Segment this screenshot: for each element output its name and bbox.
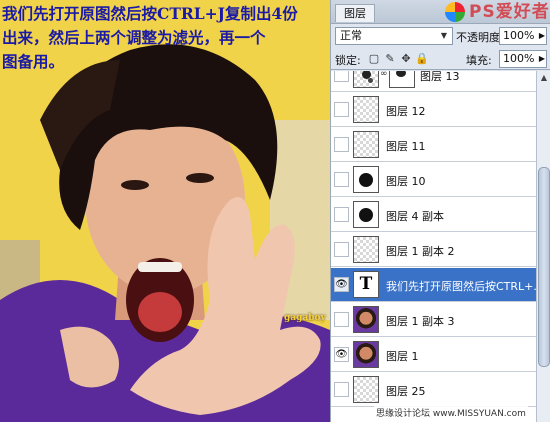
layer-row[interactable]: 图层 1 副本 3 bbox=[331, 303, 536, 337]
fill-value: 100% bbox=[503, 52, 535, 65]
visibility-toggle[interactable] bbox=[334, 137, 349, 152]
scroll-thumb[interactable] bbox=[538, 167, 550, 367]
layer-thumbnail[interactable] bbox=[353, 341, 379, 368]
visibility-toggle[interactable] bbox=[334, 312, 349, 327]
layer-name[interactable]: 图层 13 bbox=[420, 71, 460, 84]
visibility-toggle[interactable] bbox=[334, 207, 349, 222]
layer-name[interactable]: 图层 11 bbox=[386, 138, 426, 154]
chevron-right-icon: ▶ bbox=[538, 31, 545, 40]
lock-transparency-icon[interactable]: ▢ bbox=[367, 52, 381, 66]
layers-panel: 图层 PS爱好者 正常 ▼ 不透明度: 100% ▶ 锁定: ▢ ✎ ✥ 🔒 填… bbox=[330, 0, 550, 422]
layer-name[interactable]: 图层 1 副本 2 bbox=[386, 243, 455, 259]
site-footer: 思缘设计论坛 www.MISSYUAN.com bbox=[374, 406, 528, 419]
layer-name[interactable]: 图层 12 bbox=[386, 103, 426, 119]
layer-thumbnail[interactable] bbox=[353, 71, 379, 88]
lock-all-icon[interactable]: 🔒 bbox=[415, 52, 429, 66]
chevron-right-icon: ▶ bbox=[538, 54, 545, 63]
panel-tabbar: 图层 PS爱好者 bbox=[331, 0, 550, 24]
visibility-toggle[interactable] bbox=[334, 102, 349, 117]
layers-list: ∞ 图层 13 图层 12 图层 11 图层 10 图层 4 副本 图层 1 副本 2 👁 T 我… bbox=[331, 71, 536, 422]
layer-name[interactable]: 图层 25 bbox=[386, 383, 426, 399]
caption-line-3: 图备用。 bbox=[2, 52, 65, 71]
layer-mask-thumbnail[interactable] bbox=[389, 71, 415, 88]
layer-row[interactable]: 图层 4 副本 bbox=[331, 198, 536, 232]
visibility-toggle[interactable] bbox=[334, 242, 349, 257]
photo-watermark: gagaboy bbox=[284, 313, 326, 323]
scroll-up-icon[interactable]: ▲ bbox=[537, 71, 550, 85]
lock-pixels-icon[interactable]: ✎ bbox=[383, 52, 397, 66]
layer-row[interactable]: 图层 10 bbox=[331, 163, 536, 197]
opacity-label: 不透明度: bbox=[456, 31, 504, 44]
visibility-toggle[interactable] bbox=[334, 382, 349, 397]
chevron-down-icon: ▼ bbox=[440, 31, 448, 40]
visibility-toggle[interactable] bbox=[334, 172, 349, 187]
layer-thumbnail[interactable] bbox=[353, 306, 379, 333]
layer-row[interactable]: 👁 图层 1 bbox=[331, 338, 536, 372]
layer-thumbnail[interactable] bbox=[353, 376, 379, 403]
layer-name[interactable]: 图层 10 bbox=[386, 173, 426, 189]
brand-text: PS爱好者 bbox=[469, 2, 550, 22]
tutorial-caption: 我们先打开原图然后按CTRL+J复制出4份 出来，然后上两个调整为滤光，再一个 … bbox=[2, 2, 330, 74]
lock-position-icon[interactable]: ✥ bbox=[399, 52, 413, 66]
layer-name[interactable]: 图层 1 bbox=[386, 348, 419, 364]
layer-thumbnail[interactable] bbox=[353, 96, 379, 123]
layer-row[interactable]: 👁 T 我们先打开原图然后按CTRL+... bbox=[331, 268, 536, 302]
blend-row: 正常 ▼ 不透明度: 100% ▶ bbox=[331, 25, 550, 47]
layer-row[interactable]: ∞ 图层 13 bbox=[331, 71, 536, 92]
layer-row[interactable]: 图层 11 bbox=[331, 128, 536, 162]
layer-thumbnail[interactable] bbox=[353, 131, 379, 158]
lock-row: 锁定: ▢ ✎ ✥ 🔒 填充: 100% ▶ bbox=[331, 48, 550, 70]
layer-name[interactable]: 图层 4 副本 bbox=[386, 208, 444, 224]
caption-line-2: 出来，然后上两个调整为滤光，再一个 bbox=[2, 28, 266, 47]
eye-icon[interactable]: 👁 bbox=[334, 277, 349, 292]
fill-field[interactable]: 100% ▶ bbox=[499, 50, 547, 68]
layers-scrollbar[interactable]: ▲ bbox=[536, 71, 550, 422]
blend-mode-value: 正常 bbox=[340, 29, 362, 42]
photo-canvas: 我们先打开原图然后按CTRL+J复制出4份 出来，然后上两个调整为滤光，再一个 … bbox=[0, 0, 330, 422]
caption-line-1: 我们先打开原图然后按CTRL+J复制出4份 bbox=[2, 4, 298, 23]
blend-mode-select[interactable]: 正常 ▼ bbox=[335, 27, 453, 45]
lock-label: 锁定: bbox=[335, 54, 361, 67]
layer-thumbnail[interactable]: T bbox=[353, 271, 379, 298]
opacity-value: 100% bbox=[503, 29, 535, 42]
layer-thumbnail[interactable] bbox=[353, 166, 379, 193]
layer-thumbnail[interactable] bbox=[353, 236, 379, 263]
visibility-toggle[interactable] bbox=[334, 71, 349, 82]
site-brand: PS爱好者 bbox=[443, 0, 550, 24]
layer-row[interactable]: 图层 25 bbox=[331, 373, 536, 407]
layer-row[interactable]: 图层 1 副本 2 bbox=[331, 233, 536, 267]
fill-label: 填充: bbox=[466, 54, 492, 67]
layer-name[interactable]: 图层 1 副本 3 bbox=[386, 313, 455, 329]
eye-icon[interactable]: 👁 bbox=[334, 347, 349, 362]
opacity-field[interactable]: 100% ▶ bbox=[499, 27, 547, 45]
layer-name[interactable]: 我们先打开原图然后按CTRL+... bbox=[386, 278, 536, 294]
brand-logo-icon bbox=[445, 2, 465, 22]
layer-row[interactable]: 图层 12 bbox=[331, 93, 536, 127]
layer-thumbnail[interactable] bbox=[353, 201, 379, 228]
tab-layers[interactable]: 图层 bbox=[335, 4, 375, 22]
link-icon[interactable]: ∞ bbox=[380, 71, 388, 79]
